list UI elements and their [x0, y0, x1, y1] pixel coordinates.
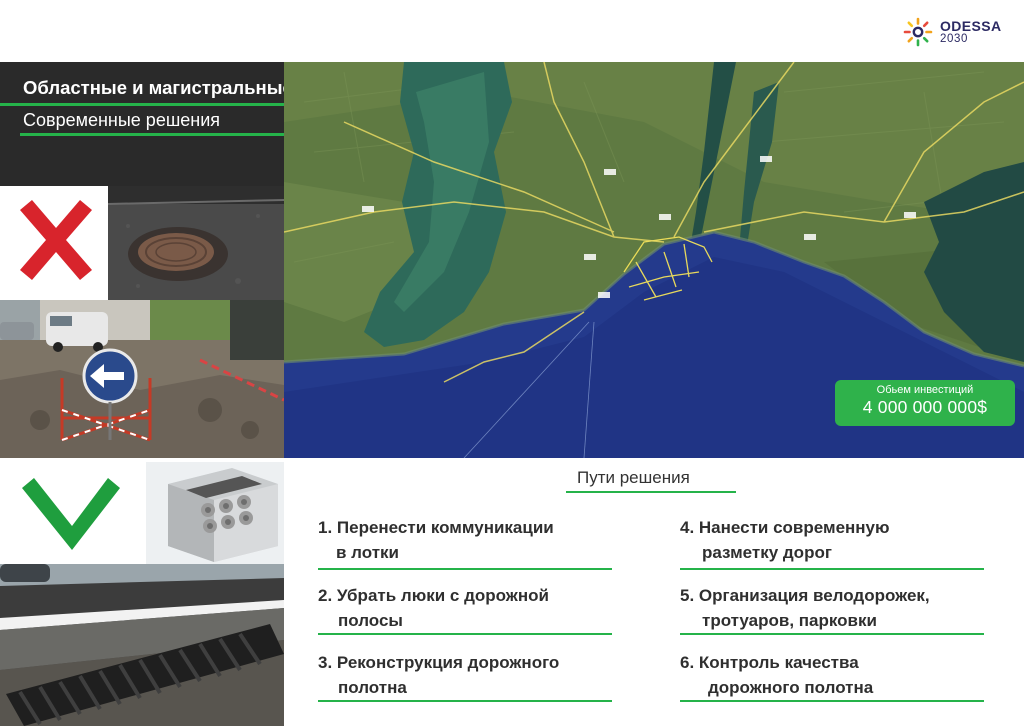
investment-badge: Обьем инвестиций 4 000 000 000$: [835, 380, 1015, 426]
solutions-title: Пути решения: [577, 468, 690, 487]
road-repair-photo: [0, 300, 284, 458]
solutions-title-underline: [566, 491, 736, 493]
solution-item-3-line1: 3. Реконструкция дорожного: [318, 653, 560, 672]
solution-item-5-line2: тротуаров, парковки: [702, 611, 877, 630]
sun-logo-icon: [903, 17, 933, 47]
problem-marker: [0, 186, 108, 300]
solution-item-6-line1: 6. Контроль качества: [680, 653, 859, 672]
solution-marker: [0, 462, 140, 562]
solution-item-1: 1. Перенести коммуникации в лотки: [318, 515, 554, 565]
solution-item-1-line2: в лотки: [336, 543, 399, 562]
check-icon: [22, 478, 120, 550]
investment-value: 4 000 000 000$: [862, 397, 988, 417]
solution-item-6-line2: дорожного полотна: [708, 678, 874, 697]
solution-item-3: 3. Реконструкция дорожного полотна: [318, 650, 559, 700]
solution-item-5-underline: [680, 633, 984, 635]
solution-item-2: 2. Убрать люки с дорожной полосы: [318, 583, 549, 633]
odessa-2030-logo: ODESSA 2030: [902, 16, 1014, 48]
solution-item-4: 4. Нанести современную разметку дорог: [680, 515, 890, 565]
logo-year: 2030: [940, 33, 968, 45]
solution-item-5-line1: 5. Организация велодорожек,: [680, 586, 930, 605]
investment-label: Обьем инвестиций: [876, 384, 974, 396]
solution-item-4-underline: [680, 568, 984, 570]
page-subtitle: Современные решения: [23, 110, 221, 130]
solution-item-5: 5. Организация велодорожек, тротуаров, п…: [680, 583, 930, 633]
solution-item-1-line1: 1. Перенести коммуникации: [318, 518, 554, 537]
solution-item-4-line2: разметку дорог: [702, 543, 832, 562]
cable-tray-photo: [146, 462, 284, 564]
solution-item-2-line2: полосы: [338, 611, 403, 630]
cross-icon: [20, 200, 92, 280]
solution-item-1-underline: [318, 568, 612, 570]
drainage-grate-photo: [0, 564, 284, 726]
solution-item-3-underline: [318, 700, 612, 702]
solution-item-4-line1: 4. Нанести современную: [680, 518, 890, 537]
logo-name: ODESSA: [940, 18, 1002, 34]
solution-item-3-line2: полотна: [338, 678, 407, 697]
manhole-photo: [108, 186, 284, 300]
solution-item-2-underline: [318, 633, 612, 635]
solution-item-2-line1: 2. Убрать люки с дорожной: [318, 586, 549, 605]
solution-item-6-underline: [680, 700, 984, 702]
solution-item-6: 6. Контроль качества дорожного полотна: [680, 650, 873, 700]
